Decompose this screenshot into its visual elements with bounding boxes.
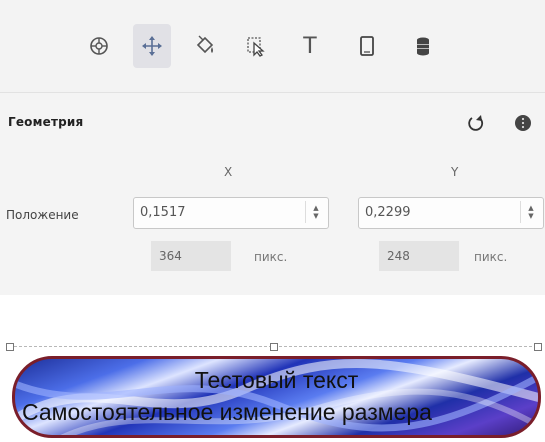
- x-axis-label: X: [224, 165, 233, 179]
- layout-icon: [90, 37, 108, 55]
- database-icon: [417, 37, 429, 56]
- more-icon: [515, 115, 531, 131]
- position-x-spinbox[interactable]: 0,1517 ▲ ▼: [133, 197, 329, 229]
- x-pixels-field: 364: [151, 241, 231, 271]
- canvas-preview: Тестовый текст Самостоятельное изменение…: [0, 296, 545, 442]
- x-pixel-unit: пикс.: [254, 250, 288, 264]
- reset-button[interactable]: [462, 109, 490, 137]
- phone-icon: [360, 36, 374, 56]
- pointer-icon: [247, 37, 265, 57]
- database-tool-button[interactable]: [404, 24, 442, 68]
- position-x-stepper[interactable]: ▲ ▼: [305, 201, 326, 223]
- chevron-up-icon[interactable]: ▲: [528, 204, 533, 212]
- editor-toolbar: T: [0, 0, 545, 93]
- text-banner[interactable]: Тестовый текст Самостоятельное изменение…: [12, 356, 541, 438]
- resize-handle[interactable]: [6, 343, 14, 351]
- banner-title: Тестовый текст: [194, 367, 359, 393]
- geometry-panel: Геометрия X Y Положение 0,1517 ▲ ▼ 0,229…: [0, 93, 545, 295]
- position-y-spinbox[interactable]: 0,2299 ▲ ▼: [358, 197, 544, 229]
- fill-tool-button[interactable]: [186, 24, 224, 68]
- y-pixels-field: 248: [379, 241, 459, 271]
- position-label: Положение: [6, 208, 79, 222]
- resize-handle[interactable]: [534, 343, 542, 351]
- text-icon: T: [302, 32, 318, 59]
- chevron-down-icon[interactable]: ▼: [528, 212, 533, 220]
- x-pixels-value: 364: [159, 249, 182, 263]
- layout-tool-button[interactable]: [80, 24, 118, 68]
- fill-bucket-icon: [196, 35, 214, 54]
- text-tool-button[interactable]: T: [291, 24, 329, 68]
- y-axis-label: Y: [451, 165, 459, 179]
- move-icon: [142, 36, 162, 56]
- banner-subtitle: Самостоятельное изменение размера: [22, 399, 432, 425]
- position-y-stepper[interactable]: ▲ ▼: [520, 201, 541, 223]
- pointer-tool-button[interactable]: [237, 24, 275, 68]
- phone-tool-button[interactable]: [348, 24, 386, 68]
- chevron-up-icon[interactable]: ▲: [313, 204, 318, 212]
- position-y-value: 0,2299: [365, 205, 411, 220]
- move-tool-button[interactable]: [133, 24, 171, 68]
- section-menu-button[interactable]: [509, 109, 537, 137]
- chevron-down-icon[interactable]: ▼: [313, 212, 318, 220]
- y-pixels-value: 248: [387, 249, 410, 263]
- position-x-value: 0,1517: [140, 205, 186, 220]
- resize-handle[interactable]: [270, 343, 278, 351]
- section-title: Геометрия: [8, 115, 84, 129]
- y-pixel-unit: пикс.: [474, 250, 508, 264]
- reset-icon: [468, 115, 484, 131]
